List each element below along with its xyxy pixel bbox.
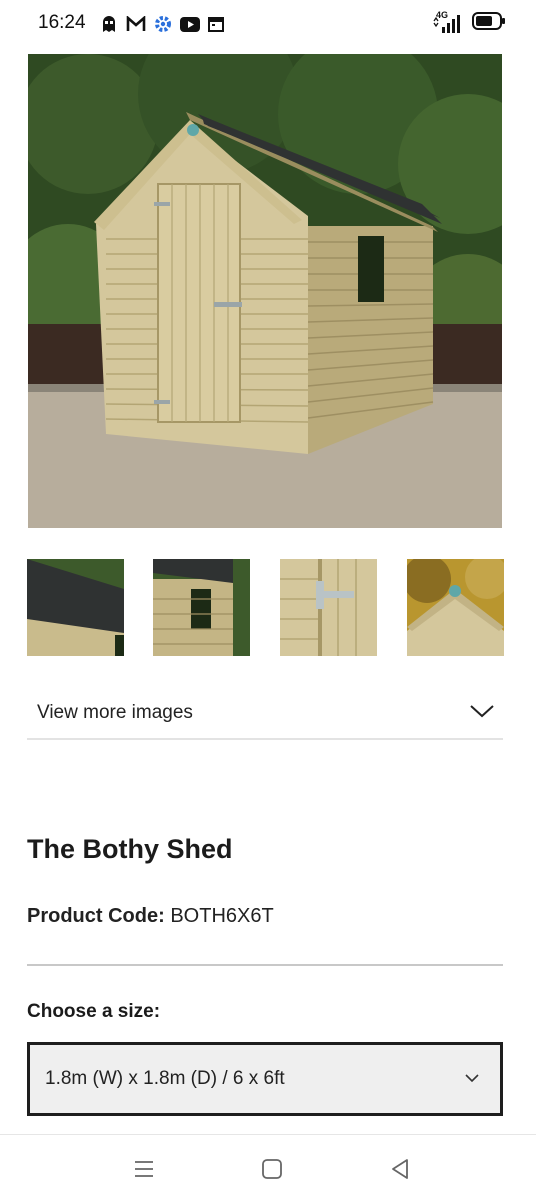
gmail-icon [126, 15, 146, 37]
product-code-label: Product Code: [27, 905, 165, 927]
chevron-down-icon [464, 1070, 480, 1088]
thumbnail-strip [27, 559, 504, 656]
shed-window-thumbnail[interactable] [153, 559, 250, 656]
notification-icons [100, 14, 224, 39]
size-select[interactable]: 1.8m (W) x 1.8m (D) / 6 x 6ft [27, 1042, 503, 1116]
view-more-label: View more images [37, 702, 193, 723]
status-right-icons: 4G [432, 10, 506, 35]
system-nav-bar [0, 1134, 536, 1200]
home-icon[interactable] [260, 1157, 284, 1181]
status-bar: 16:24 4G [0, 0, 536, 48]
shed-gable-thumbnail[interactable] [407, 559, 504, 656]
network-type: 4G [436, 9, 449, 20]
ghost-app-icon [100, 14, 118, 39]
back-icon[interactable] [388, 1157, 412, 1181]
youtube-icon [180, 16, 200, 37]
shed-roof-thumbnail[interactable] [27, 559, 124, 656]
signal-icon: 4G [432, 10, 462, 34]
settings-gear-icon [154, 15, 172, 38]
chevron-down-icon [469, 703, 495, 724]
view-more-images-toggle[interactable]: View more images [27, 688, 503, 740]
calendar-icon [208, 16, 224, 37]
size-select-value: 1.8m (W) x 1.8m (D) / 6 x 6ft [45, 1068, 285, 1089]
product-main-image[interactable] [28, 54, 502, 528]
battery-icon [472, 12, 506, 35]
size-label: Choose a size: [27, 1001, 161, 1022]
product-code: Product Code: BOTH6X6T [27, 905, 274, 928]
recents-menu-icon[interactable] [132, 1157, 156, 1181]
product-code-value: BOTH6X6T [170, 905, 274, 927]
shed-hinge-thumbnail[interactable] [280, 559, 377, 656]
divider [27, 964, 503, 966]
product-title: The Bothy Shed [27, 834, 233, 864]
status-time: 16:24 [38, 12, 86, 33]
